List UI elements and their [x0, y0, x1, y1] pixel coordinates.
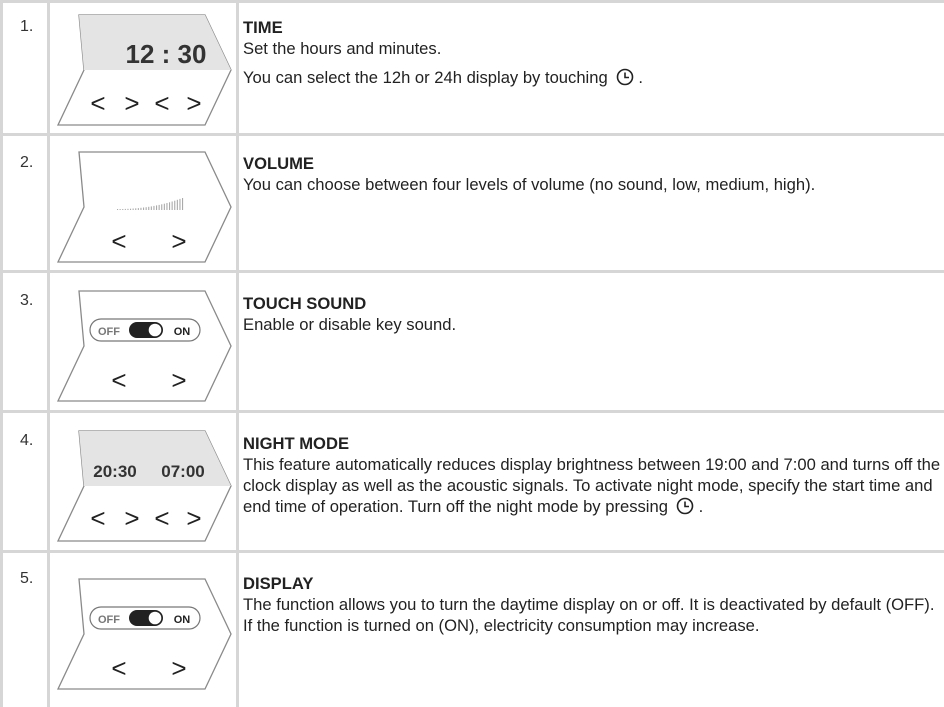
timer-icon: [616, 68, 634, 91]
minute-decrease-arrow[interactable]: <: [154, 88, 169, 118]
timer-icon: [676, 497, 694, 520]
volume-bar: [143, 207, 145, 210]
description-text: The function allows you to turn the dayt…: [243, 595, 935, 635]
night-mode-panel: 20:30 07:00 < > < >: [56, 430, 232, 542]
volume-bar: [153, 205, 155, 210]
display-description: DISPLAY The function allows you to turn …: [243, 573, 943, 636]
description-text: You can select the 12h or 24h display by…: [243, 68, 608, 87]
touch-sound-panel: OFF ON < >: [56, 290, 232, 402]
touch-sound-description: TOUCH SOUND Enable or disable key sound.: [243, 293, 943, 335]
volume-bar: [127, 208, 129, 210]
volume-bar: [130, 208, 132, 210]
volume-bar: [158, 204, 160, 210]
row-title: TOUCH SOUND: [243, 294, 367, 313]
volume-description: VOLUME You can choose between four level…: [243, 153, 943, 195]
hour-decrease-arrow[interactable]: <: [90, 88, 105, 118]
volume-bar: [166, 203, 168, 210]
start-decrease-arrow[interactable]: <: [90, 503, 105, 533]
hour-increase-arrow[interactable]: >: [124, 88, 139, 118]
column-divider: [0, 0, 3, 707]
volume-bar: [145, 207, 147, 210]
row-divider: [0, 133, 944, 136]
volume-bar: [140, 207, 142, 210]
time-panel: 12 : 30 < > < >: [56, 14, 232, 126]
display-panel: OFF ON < >: [56, 578, 232, 690]
volume-bar: [132, 208, 134, 210]
volume-bar: [148, 206, 150, 210]
toggle-on-label: ON: [174, 326, 191, 338]
volume-bar: [122, 209, 124, 210]
option-previous-arrow[interactable]: <: [111, 365, 126, 395]
volume-bar: [171, 201, 173, 210]
column-divider: [236, 0, 239, 707]
column-divider: [47, 0, 50, 707]
volume-bar: [161, 204, 163, 210]
night-end-time: 07:00: [161, 462, 204, 481]
option-previous-arrow[interactable]: <: [111, 653, 126, 683]
description-text: .: [698, 497, 704, 516]
row-title: TIME: [243, 18, 283, 37]
description-line: You can select the 12h or 24h display by…: [243, 67, 943, 91]
volume-increase-arrow[interactable]: >: [171, 226, 186, 256]
volume-bar: [182, 198, 184, 210]
row-number: 2.: [20, 154, 34, 171]
row-number: 3.: [20, 292, 34, 309]
option-next-arrow[interactable]: >: [171, 653, 186, 683]
volume-bar: [174, 200, 176, 210]
volume-panel: < >: [56, 151, 232, 263]
row-divider: [0, 0, 944, 3]
description-text: This feature automatically reduces displ…: [243, 455, 941, 516]
start-increase-arrow[interactable]: >: [124, 503, 139, 533]
volume-bar: [117, 209, 119, 210]
option-next-arrow[interactable]: >: [171, 365, 186, 395]
volume-bar: [169, 202, 171, 210]
toggle-on-label: ON: [174, 614, 191, 626]
toggle-off-label: OFF: [98, 614, 120, 626]
time-display: 12 : 30: [126, 39, 207, 69]
row-number: 1.: [20, 18, 34, 35]
description-text: Set the hours and minutes.: [243, 39, 442, 58]
volume-bar: [163, 203, 165, 210]
end-increase-arrow[interactable]: >: [186, 503, 201, 533]
volume-bar: [150, 206, 152, 210]
row-number: 5.: [20, 570, 34, 587]
night-start-time: 20:30: [93, 462, 136, 481]
display-toggle[interactable]: OFF ON: [89, 606, 201, 630]
volume-bar: [119, 209, 121, 210]
description-text: .: [638, 68, 643, 87]
volume-bar: [124, 208, 126, 210]
volume-decrease-arrow[interactable]: <: [111, 226, 126, 256]
end-decrease-arrow[interactable]: <: [154, 503, 169, 533]
volume-bar: [137, 208, 139, 210]
row-title: DISPLAY: [243, 574, 314, 593]
row-number: 4.: [20, 432, 34, 449]
toggle-knob: [148, 323, 162, 337]
volume-bar: [156, 205, 158, 210]
instruction-table: 1. 12 : 30 < > < > TIME Set the hours an…: [0, 0, 944, 707]
volume-bar: [135, 208, 137, 210]
toggle-knob: [148, 611, 162, 625]
night-mode-description: NIGHT MODE This feature automatically re…: [243, 433, 943, 520]
row-title: NIGHT MODE: [243, 434, 350, 453]
volume-bar: [179, 198, 181, 210]
row-title: VOLUME: [243, 154, 314, 173]
volume-bar: [176, 199, 178, 210]
description-text: Enable or disable key sound.: [243, 315, 457, 334]
touch-sound-toggle[interactable]: OFF ON: [89, 318, 201, 342]
toggle-off-label: OFF: [98, 326, 120, 338]
time-description: TIME Set the hours and minutes. You can …: [243, 17, 943, 91]
minute-increase-arrow[interactable]: >: [186, 88, 201, 118]
description-text: You can choose between four levels of vo…: [243, 175, 816, 194]
description-line: This feature automatically reduces displ…: [243, 454, 943, 520]
row-divider: [0, 410, 944, 413]
row-divider: [0, 270, 944, 273]
row-divider: [0, 550, 944, 553]
